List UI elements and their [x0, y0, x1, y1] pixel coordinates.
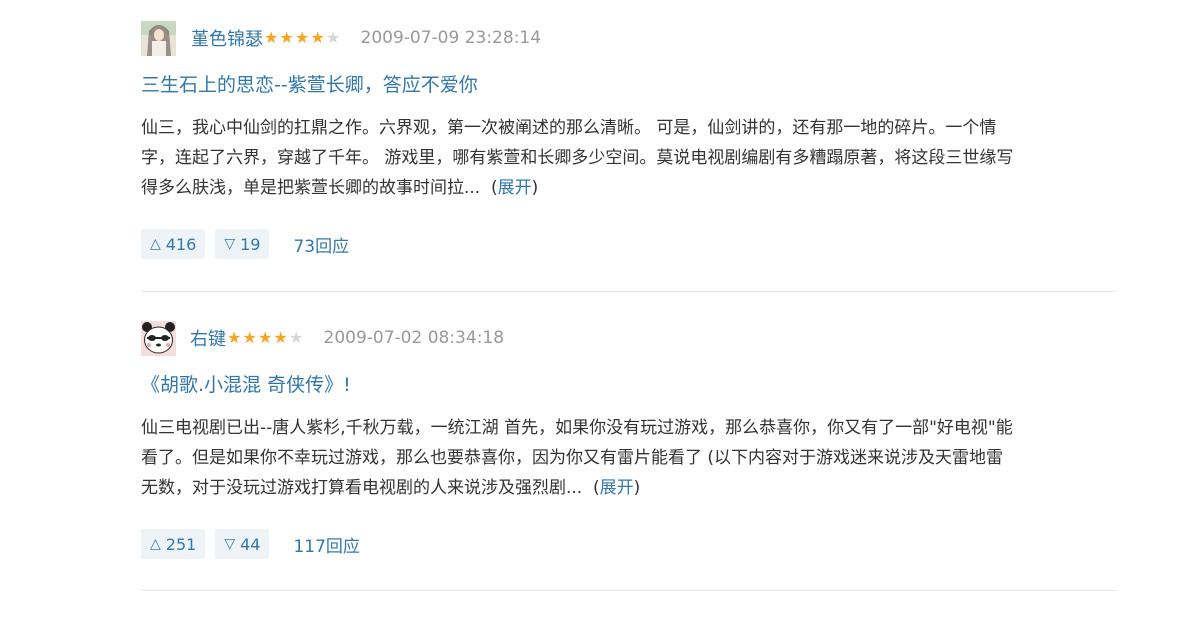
excerpt-line: 仙三电视剧已出--唐人紫杉,千秋万载，一统江湖 首先，如果你没有玩过游戏，那么恭… [141, 418, 1013, 438]
triangle-up-icon: △ [150, 236, 161, 252]
triangle-down-icon: ▽ [224, 536, 236, 552]
excerpt-line-last: 无数，对于没玩过游戏打算看电视剧的人来说涉及强烈剧... (展开) [141, 473, 1121, 503]
star-filled-icon: ★ [258, 328, 273, 347]
upvote-button[interactable]: △ 251 [141, 529, 206, 559]
star-filled-icon: ★ [227, 328, 242, 347]
downvote-button[interactable]: ▽ 44 [215, 529, 270, 559]
downvote-count: 19 [240, 234, 261, 254]
review-title-link[interactable]: 《胡歌.小混混 奇侠传》! [141, 369, 1116, 401]
downvote-button[interactable]: ▽ 19 [215, 229, 270, 259]
excerpt-line: 仙三，我心中仙剑的扛鼎之作。六界观，第一次被阐述的那么清晰。 可是，仙剑讲的，还… [141, 118, 997, 138]
divider [141, 291, 1116, 292]
review-actions: △ 251 ▽ 44 117回应 [141, 529, 1116, 559]
review-actions: △ 416 ▽ 19 73回应 [141, 229, 1116, 259]
excerpt-line: 字，连起了六界，穿越了千年。 游戏里，哪有紫萱和长卿多少空间。莫说电视剧编剧有多… [141, 148, 1014, 168]
username-link[interactable]: 右键 [190, 325, 226, 351]
star-filled-icon: ★ [295, 28, 310, 47]
upvote-count: 251 [165, 534, 197, 554]
replies-link[interactable]: 117回应 [293, 532, 359, 557]
expand-link[interactable]: 展开 [600, 478, 634, 498]
review-item: 堇色锦瑟 ★ ★ ★ ★ ★ 2009-07-09 23:28:14 三生石上的思恋--… [141, 18, 1116, 259]
upvote-count: 416 [165, 234, 197, 254]
excerpt-line-last: 得多么肤浅，单是把紫萱长卿的故事时间拉... (展开) [141, 173, 1121, 203]
expand-link[interactable]: 展开 [498, 178, 532, 198]
expand-paren-open: ( [593, 478, 600, 498]
star-empty-icon: ★ [289, 328, 304, 347]
star-filled-icon: ★ [264, 28, 279, 47]
star-rating: ★ ★ ★ ★ ★ [227, 330, 305, 346]
review-item: 右键 ★ ★ ★ ★ ★ 2009-07-02 08:34:18 《胡歌.小混混 奇侠传… [141, 318, 1116, 559]
avatar[interactable] [141, 20, 176, 56]
review-title-link[interactable]: 三生石上的思恋--紫萱长卿，答应不爱你 [141, 69, 1116, 101]
star-filled-icon: ★ [273, 328, 288, 347]
star-rating: ★ ★ ★ ★ ★ [264, 30, 342, 46]
triangle-up-icon: △ [150, 536, 161, 552]
star-filled-icon: ★ [242, 328, 257, 347]
review-excerpt: 仙三，我心中仙剑的扛鼎之作。六界观，第一次被阐述的那么清晰。 可是，仙剑讲的，还… [141, 113, 1121, 203]
review-timestamp: 2009-07-02 08:34:18 [323, 328, 505, 348]
review-header: 堇色锦瑟 ★ ★ ★ ★ ★ 2009-07-09 23:28:14 [141, 18, 1116, 58]
review-excerpt: 仙三电视剧已出--唐人紫杉,千秋万载，一统江湖 首先，如果你没有玩过游戏，那么恭… [141, 413, 1121, 503]
expand-paren-open: ( [491, 178, 498, 198]
excerpt-text: 无数，对于没玩过游戏打算看电视剧的人来说涉及强烈剧... [141, 478, 583, 498]
divider [141, 590, 1116, 591]
excerpt-text: 得多么肤浅，单是把紫萱长卿的故事时间拉... [141, 178, 481, 198]
star-filled-icon: ★ [310, 28, 325, 47]
review-timestamp: 2009-07-09 23:28:14 [360, 28, 542, 48]
expand-paren-close: ) [633, 478, 641, 498]
replies-link[interactable]: 73回应 [293, 232, 349, 257]
review-header: 右键 ★ ★ ★ ★ ★ 2009-07-02 08:34:18 [141, 318, 1116, 358]
username-link[interactable]: 堇色锦瑟 [191, 25, 263, 51]
avatar[interactable] [141, 320, 176, 356]
expand-paren-close: ) [531, 178, 539, 198]
star-filled-icon: ★ [279, 28, 294, 47]
star-empty-icon: ★ [326, 28, 341, 47]
excerpt-line: 看了。但是如果你不幸玩过游戏，那么也要恭喜你，因为你又有雷片能看了 (以下内容对… [141, 448, 1004, 468]
downvote-count: 44 [240, 534, 261, 554]
upvote-button[interactable]: △ 416 [141, 229, 206, 259]
triangle-down-icon: ▽ [224, 236, 236, 252]
